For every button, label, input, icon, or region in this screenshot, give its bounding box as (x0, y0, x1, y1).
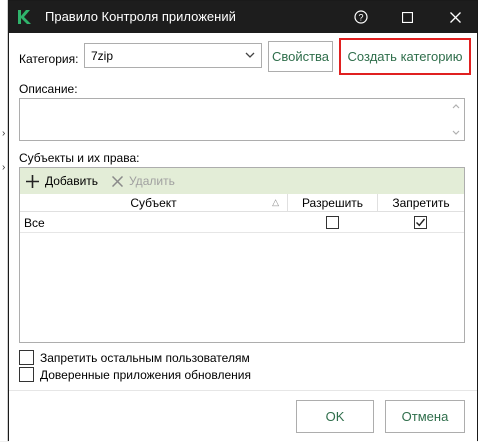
close-icon (449, 11, 461, 23)
title-bar[interactable]: Правило Контроля приложений ? (9, 1, 477, 33)
chevron-down-icon (245, 52, 255, 58)
remove-x-icon (112, 175, 123, 187)
deny-others-checkbox[interactable] (19, 350, 34, 365)
column-header-subject[interactable]: Субъект △ (20, 194, 288, 212)
trusted-updaters-option[interactable]: Доверенные приложения обновления (19, 367, 251, 382)
add-button[interactable]: Добавить (26, 172, 98, 190)
subject-cell: Все (24, 216, 45, 230)
remove-button-label: Удалить (129, 174, 175, 188)
subjects-table-header: Субъект △ Разрешить Запретить (20, 194, 464, 212)
category-value: 7zip (91, 49, 114, 63)
trusted-updaters-checkbox[interactable] (19, 367, 34, 382)
remove-button[interactable]: Удалить (112, 172, 175, 190)
help-button[interactable]: ? (339, 1, 383, 33)
background-window-edge: › › (0, 0, 8, 441)
help-icon: ? (354, 10, 368, 24)
ok-button[interactable]: OK (296, 400, 374, 433)
table-row[interactable]: Все (20, 213, 464, 233)
subjects-toolbar: Добавить Удалить (20, 168, 464, 194)
maximize-button[interactable] (385, 1, 429, 33)
column-header-deny[interactable]: Запретить (378, 194, 464, 212)
background-glyph: › (2, 128, 6, 139)
scroll-down-icon (452, 130, 460, 135)
category-select[interactable]: 7zip (84, 43, 262, 68)
sort-ascending-icon: △ (272, 197, 279, 207)
checkmark-icon (416, 218, 426, 227)
add-button-label: Добавить (45, 174, 99, 188)
kaspersky-logo-icon (15, 8, 33, 26)
plus-icon (26, 174, 39, 188)
app-control-rule-dialog: Правило Контроля приложений ? Категория:… (8, 0, 478, 442)
description-scrollbar[interactable] (448, 99, 464, 140)
column-header-allow[interactable]: Разрешить (288, 194, 378, 212)
description-textarea[interactable] (19, 98, 465, 141)
subjects-label: Субъекты и их права: (19, 151, 140, 165)
scroll-up-icon (452, 104, 460, 109)
allow-checkbox[interactable] (326, 216, 339, 229)
subjects-panel: Добавить Удалить Субъект △ Разрешить Зап… (19, 167, 465, 343)
deny-others-label: Запретить остальным пользователям (40, 350, 250, 365)
svg-text:?: ? (358, 13, 363, 23)
deny-others-option[interactable]: Запретить остальным пользователям (19, 350, 250, 365)
window-title: Правило Контроля приложений (45, 9, 236, 24)
maximize-icon (401, 11, 413, 23)
create-category-button[interactable]: Создать категорию (339, 38, 471, 75)
category-label: Категория: (19, 52, 79, 66)
background-glyph: › (2, 162, 6, 173)
footer-divider (9, 390, 477, 391)
cancel-button[interactable]: Отмена (385, 400, 465, 433)
close-button[interactable] (433, 1, 477, 33)
description-label: Описание: (19, 82, 78, 96)
properties-button[interactable]: Свойства (268, 41, 333, 72)
deny-checkbox[interactable] (414, 216, 427, 229)
dialog-content: Категория: 7zip Свойства Создать категор… (9, 33, 477, 442)
trusted-updaters-label: Доверенные приложения обновления (40, 367, 251, 382)
